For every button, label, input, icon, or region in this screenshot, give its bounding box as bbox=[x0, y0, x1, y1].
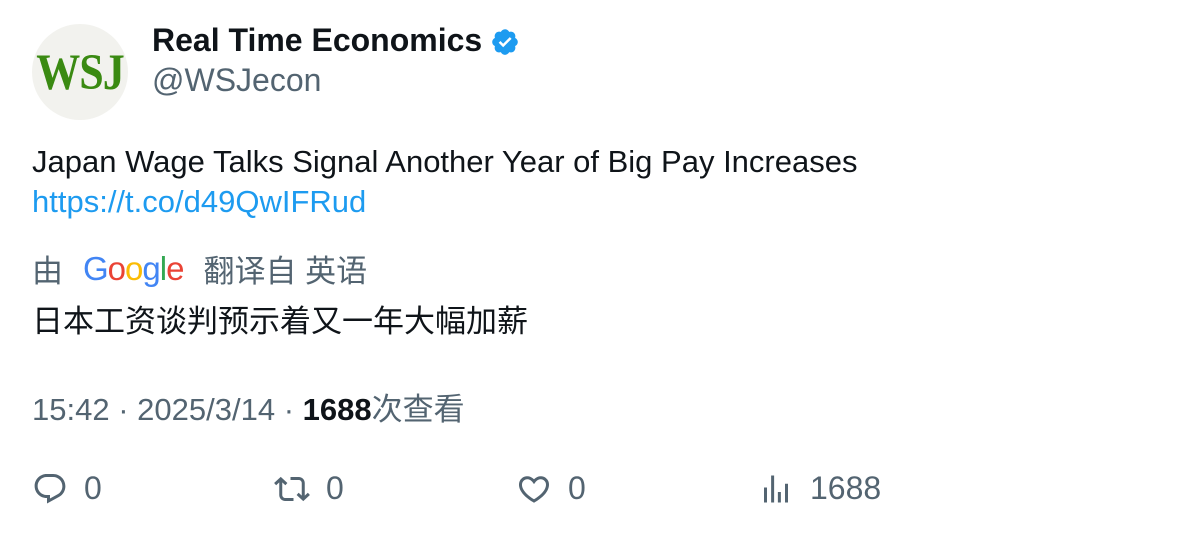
translated-text: 日本工资谈判预示着又一年大幅加薪 bbox=[32, 304, 528, 339]
handle[interactable]: @WSJecon bbox=[152, 62, 321, 99]
action-bar: 0 0 0 1688 bbox=[32, 470, 932, 514]
meta-separator: · bbox=[283, 392, 295, 427]
like-count: 0 bbox=[568, 470, 586, 506]
meta-separator: · bbox=[118, 392, 129, 427]
retweet-icon bbox=[274, 476, 310, 501]
like-button[interactable]: 0 bbox=[516, 470, 586, 507]
translation-prefix: 由 bbox=[32, 254, 63, 289]
avatar[interactable]: WSJ bbox=[32, 24, 128, 120]
author-name-row: Real Time Economics bbox=[152, 22, 520, 59]
avatar-logo-text: WSJ bbox=[36, 43, 124, 101]
views-button[interactable]: 1688 bbox=[758, 470, 881, 507]
verified-badge-icon bbox=[492, 28, 519, 55]
views-label: 次查看 bbox=[371, 392, 465, 427]
reply-count: 0 bbox=[84, 470, 102, 506]
google-logo: Google bbox=[83, 249, 184, 287]
retweet-count: 0 bbox=[326, 470, 344, 506]
tweet-text: Japan Wage Talks Signal Another Year of … bbox=[32, 144, 858, 179]
tweet-body: Japan Wage Talks Signal Another Year of … bbox=[32, 142, 857, 222]
reply-button[interactable]: 0 bbox=[32, 470, 102, 507]
translation-suffix: 翻译自 英语 bbox=[203, 254, 368, 289]
tweet-time[interactable]: 15:42 bbox=[32, 392, 110, 427]
translation-attribution[interactable]: 由 Google 翻译自 英语 bbox=[32, 246, 367, 291]
tweet-meta: 15:42 · 2025/3/14 · 1688次查看 bbox=[32, 384, 465, 429]
tweet-link[interactable]: https://t.co/d49QwIFRud bbox=[32, 182, 857, 222]
heart-icon bbox=[518, 475, 550, 503]
display-name[interactable]: Real Time Economics bbox=[152, 22, 482, 59]
retweet-button[interactable]: 0 bbox=[274, 470, 344, 507]
analytics-icon bbox=[764, 475, 788, 502]
reply-icon bbox=[34, 473, 66, 504]
views-action-count: 1688 bbox=[810, 470, 882, 506]
tweet-date[interactable]: 2025/3/14 bbox=[137, 392, 275, 427]
views-count: 1688 bbox=[302, 392, 372, 427]
